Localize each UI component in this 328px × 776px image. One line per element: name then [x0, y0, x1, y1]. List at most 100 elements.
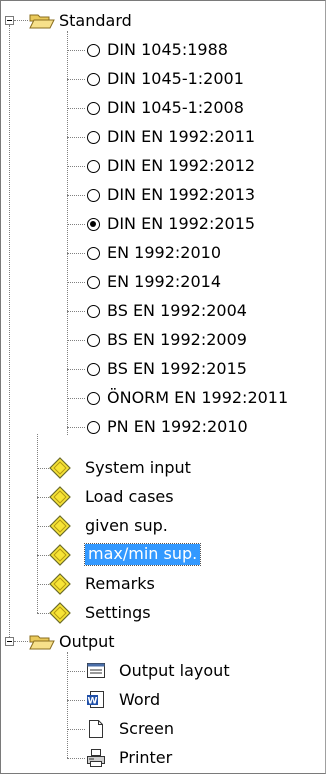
standard-item-label: BS EN 1992:2015 [107, 359, 247, 378]
output-item-screen[interactable]: Screen [67, 714, 323, 743]
standard-item-en-1992-2010[interactable]: EN 1992:2010 [67, 238, 323, 267]
standard-item-din-en-1992-2013[interactable]: DIN EN 1992:2013 [67, 180, 323, 209]
standard-item-label: BS EN 1992:2009 [107, 330, 247, 349]
radio-unchecked-icon[interactable] [87, 73, 100, 86]
tree-connector [67, 758, 85, 759]
output-item-word[interactable]: W Word [67, 685, 323, 714]
tree-connector [67, 340, 85, 341]
radio-unchecked-icon[interactable] [87, 276, 100, 289]
radio-unchecked-icon[interactable] [87, 363, 100, 376]
standard-item-en-1992-2014[interactable]: EN 1992:2014 [67, 267, 323, 296]
radio-unchecked-icon[interactable] [87, 305, 100, 318]
tree-item-label: Settings [85, 603, 151, 622]
standard-item-din-en-1992-2012[interactable]: DIN EN 1992:2012 [67, 151, 323, 180]
radio-unchecked-icon[interactable] [87, 392, 100, 405]
radio-unchecked-icon[interactable] [87, 44, 100, 57]
standard-item-label: DIN EN 1992:2013 [107, 185, 256, 204]
radio-checked-icon[interactable] [87, 218, 100, 231]
output-item-label: Screen [119, 719, 175, 738]
tree-connector [67, 224, 85, 225]
tree-item-label: Load cases [85, 487, 174, 506]
tree-item-label: given sup. [85, 516, 168, 535]
tree-item-max-min-sup[interactable]: max/min sup. [37, 540, 323, 569]
standard-item-label: DIN EN 1992:2011 [107, 127, 256, 146]
tree-item-settings[interactable]: Settings [37, 598, 323, 627]
standard-item-label: DIN 1045-1:2001 [107, 69, 244, 88]
diamond-icon [49, 602, 71, 624]
tree-item-given-sup[interactable]: given sup. [37, 511, 323, 540]
tree-connector [67, 282, 85, 283]
standard-item-label: EN 1992:2010 [107, 243, 221, 262]
radio-unchecked-icon[interactable] [87, 189, 100, 202]
navigation-tree-panel: Standard Output DIN 1045:1988 DIN 1045-1:… [0, 0, 326, 774]
diamond-icon [49, 457, 71, 479]
tree-node-standard[interactable]: Standard [29, 6, 229, 35]
tree-connector [14, 641, 28, 642]
tree: Standard Output DIN 1045:1988 DIN 1045-1:… [1, 1, 325, 773]
tree-item-remarks[interactable]: Remarks [37, 569, 323, 598]
tree-connector [67, 311, 85, 312]
collapse-output-button[interactable] [5, 637, 14, 646]
folder-open-icon [29, 635, 55, 650]
collapse-standard-button[interactable] [5, 16, 14, 25]
output-layout-icon [87, 663, 105, 678]
tree-item-label: max/min sup. [83, 543, 202, 566]
tree-connector [67, 671, 85, 672]
standard-item-din-en-1992-2015[interactable]: DIN EN 1992:2015 [67, 209, 323, 238]
tree-node-label: Standard [59, 11, 132, 30]
standard-item-label: DIN EN 1992:2015 [107, 214, 256, 233]
tree-connector [67, 166, 85, 167]
radio-unchecked-icon[interactable] [87, 334, 100, 347]
standard-item-label: BS EN 1992:2004 [107, 301, 247, 320]
diamond-icon [49, 544, 71, 566]
tree-connector [67, 108, 85, 109]
standard-item-bs-en-1992-2004[interactable]: BS EN 1992:2004 [67, 296, 323, 325]
radio-unchecked-icon[interactable] [87, 421, 100, 434]
tree-connector [14, 20, 28, 21]
diamond-icon [49, 486, 71, 508]
tree-connector [67, 195, 85, 196]
standard-item-din-en-1992-2011[interactable]: DIN EN 1992:2011 [67, 122, 323, 151]
folder-open-icon [29, 14, 55, 29]
output-item-label: Word [119, 690, 161, 709]
standard-item-label: DIN 1045:1988 [107, 40, 228, 59]
standard-item-label: DIN 1045-1:2008 [107, 98, 244, 117]
standard-item-label: ÖNORM EN 1992:2011 [107, 388, 289, 407]
tree-item-label: Remarks [85, 574, 155, 593]
tree-connector [9, 25, 10, 637]
tree-node-output[interactable]: Output [29, 627, 229, 656]
radio-unchecked-icon[interactable] [87, 102, 100, 115]
tree-connector [67, 50, 85, 51]
tree-connector [67, 369, 85, 370]
standard-item-bs-en-1992-2009[interactable]: BS EN 1992:2009 [67, 325, 323, 354]
tree-item-system-input[interactable]: System input [37, 453, 323, 482]
standard-item-label: EN 1992:2014 [107, 272, 221, 291]
diamond-icon [49, 515, 71, 537]
tree-connector [67, 427, 85, 428]
diamond-icon [49, 573, 71, 595]
output-item-label: Output layout [119, 661, 230, 680]
tree-connector [67, 137, 85, 138]
standard-item-label: PN EN 1992:2010 [107, 417, 248, 436]
radio-unchecked-icon[interactable] [87, 160, 100, 173]
printer-icon [87, 749, 105, 767]
standard-item-din-1045-1988[interactable]: DIN 1045:1988 [67, 35, 323, 64]
standard-item-pn-en-1992-2010[interactable]: PN EN 1992:2010 [67, 412, 323, 441]
word-icon: W [87, 691, 104, 708]
standard-item-label: DIN EN 1992:2012 [107, 156, 256, 175]
standard-item-norm-en-1992-2011[interactable]: ÖNORM EN 1992:2011 [67, 383, 323, 412]
standard-item-bs-en-1992-2015[interactable]: BS EN 1992:2015 [67, 354, 323, 383]
output-item-printer[interactable]: Printer [67, 743, 323, 772]
tree-connector [67, 253, 85, 254]
output-item-output-layout[interactable]: Output layout [67, 656, 323, 685]
tree-item-load-cases[interactable]: Load cases [37, 482, 323, 511]
tree-connector [67, 79, 85, 80]
screen-icon [89, 720, 103, 738]
radio-unchecked-icon[interactable] [87, 247, 100, 260]
standard-item-din-1045-1-2008[interactable]: DIN 1045-1:2008 [67, 93, 323, 122]
standard-item-din-1045-1-2001[interactable]: DIN 1045-1:2001 [67, 64, 323, 93]
tree-item-label: System input [85, 458, 191, 477]
tree-connector [67, 398, 85, 399]
radio-unchecked-icon[interactable] [87, 131, 100, 144]
tree-connector [67, 729, 85, 730]
